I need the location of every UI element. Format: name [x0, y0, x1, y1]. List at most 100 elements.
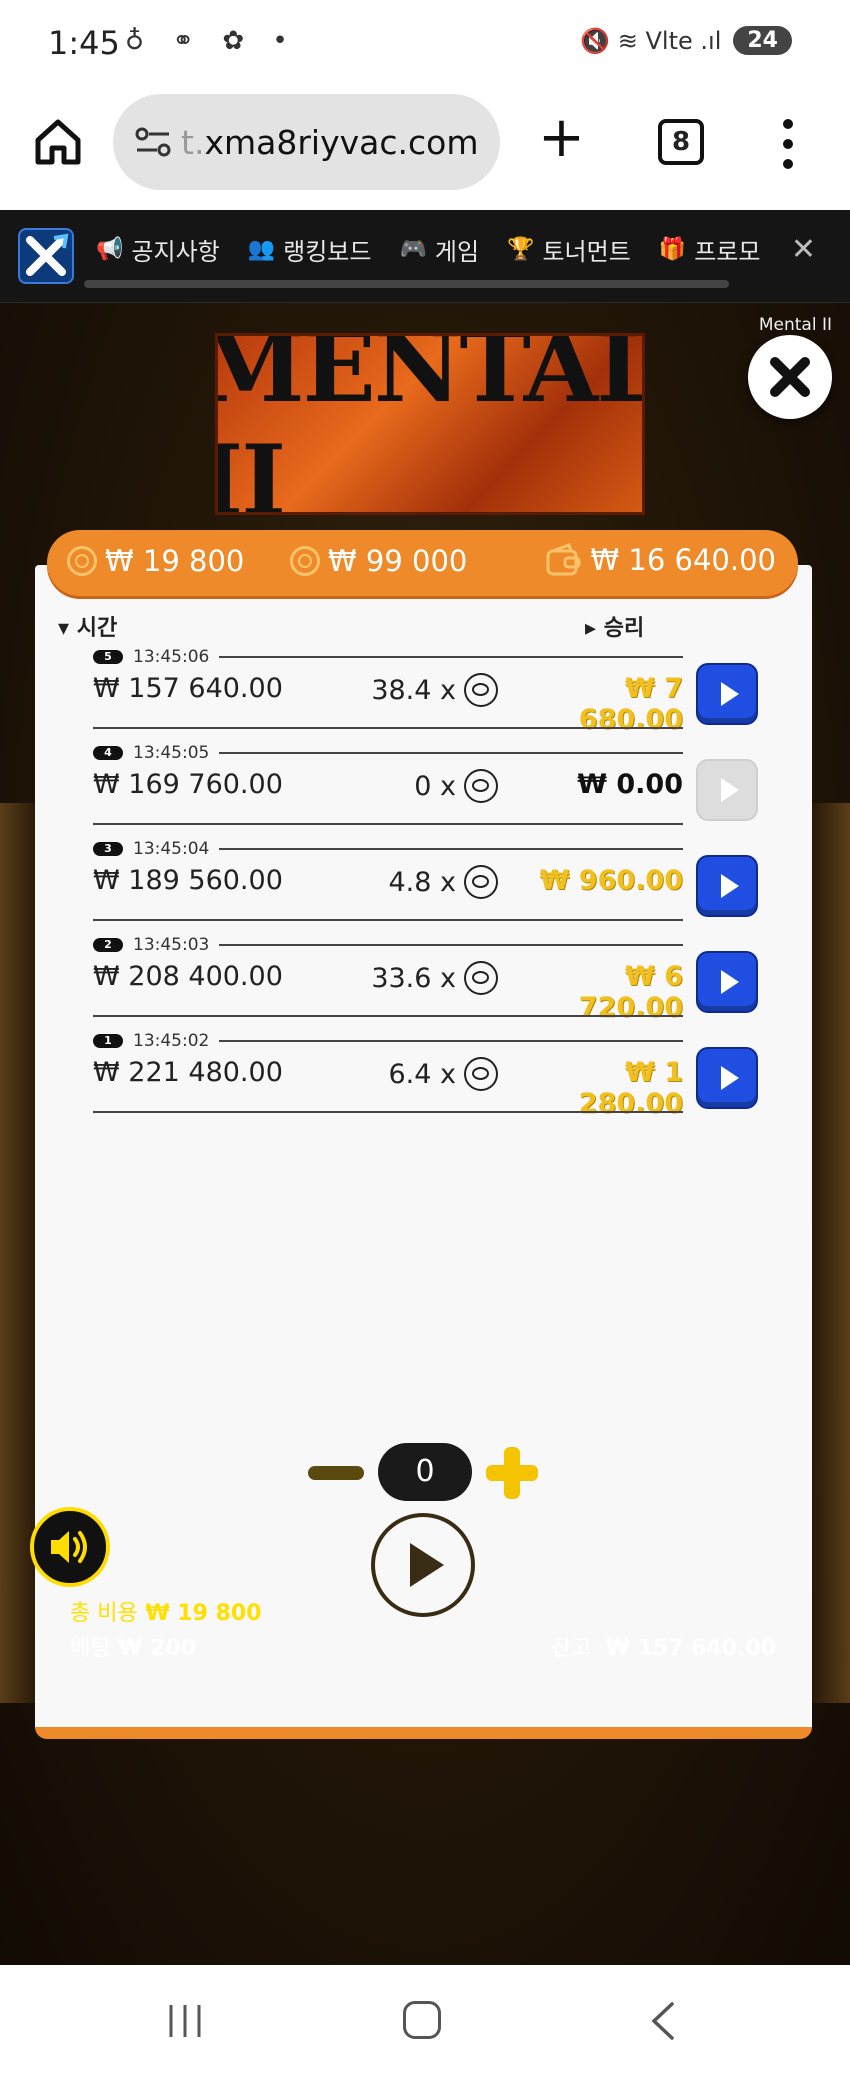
round-multiplier: 0 x: [333, 769, 498, 803]
sort-by-win-header[interactable]: ▸ 승리: [585, 610, 644, 642]
history-row: 5 13:45:06 ₩ 157 640.00 38.4 x ₩ 7 680.0…: [93, 645, 763, 741]
sound-toggle-button[interactable]: [30, 1507, 110, 1587]
history-row: 4 13:45:05 ₩ 169 760.00 0 x ₩ 0.00: [93, 741, 763, 837]
spin-button[interactable]: [371, 1513, 475, 1617]
nav-scrollbar[interactable]: [84, 280, 729, 288]
sort-by-time-header[interactable]: ▾ 시간: [58, 610, 117, 642]
round-badge: 3: [93, 842, 123, 856]
tab-switcher-button[interactable]: 8: [658, 119, 704, 165]
coin-icon: [67, 546, 97, 576]
status-bar: 1:45 ♁ ⚭ ✿ • 🔇 ≋ Vlte .ıl 24: [0, 0, 850, 90]
round-time: 13:45:03: [133, 935, 210, 955]
replay-button[interactable]: [696, 951, 758, 1013]
balance-info: 잔고 ₩ 157 640.00: [551, 1636, 776, 1661]
home-icon[interactable]: [30, 114, 86, 170]
nav-item-notices[interactable]: 📢 공지사항: [96, 232, 220, 267]
site-settings-icon[interactable]: [133, 124, 173, 160]
more-menu-icon[interactable]: [780, 114, 796, 174]
total-win: ₩ 16 640.00: [545, 542, 776, 578]
round-time: 13:45:04: [133, 839, 210, 859]
round-balance: ₩ 157 640.00: [93, 673, 283, 704]
round-multiplier: 6.4 x: [333, 1057, 498, 1091]
round-time: 13:45:06: [133, 647, 210, 667]
replay-button[interactable]: [696, 855, 758, 917]
divider: [93, 823, 683, 825]
divider: [93, 1111, 683, 1113]
x-logo-icon: [26, 233, 69, 276]
coin-icon: [464, 961, 498, 995]
round-win: ₩ 6 720.00: [578, 961, 683, 1023]
round-multiplier: 4.8 x: [333, 865, 498, 899]
new-tab-button[interactable]: +: [538, 110, 585, 166]
nav-item-label: 토너먼트: [542, 238, 631, 266]
replay-button[interactable]: [696, 1047, 758, 1109]
close-icon: [770, 357, 810, 397]
replay-button-disabled: [696, 759, 758, 821]
total-bet: ₩ 99 000: [290, 544, 467, 578]
wallet-icon: [546, 543, 581, 576]
round-win: ₩ 0.00: [577, 769, 683, 800]
nav-item-label: 프로모: [694, 238, 761, 266]
round-win: ₩ 960.00: [539, 865, 683, 896]
site-navigation: 📢 공지사항 👥 랭킹보드 🎮 게임 🏆 토너먼트 🎁 프로모 ✕: [0, 210, 850, 303]
nav-item-label: 랭킹보드: [283, 238, 372, 266]
system-icons: 🔇 ≋ Vlte .ıl 24: [580, 26, 792, 55]
nav-item-label: 공지사항: [131, 238, 220, 266]
home-nav-icon[interactable]: [403, 2001, 441, 2039]
round-balance: ₩ 169 760.00: [93, 769, 283, 800]
game-title-label: Mental II: [758, 315, 832, 335]
game-logo: MENTAL II: [215, 333, 645, 515]
replay-button[interactable]: [696, 663, 758, 725]
nav-item-ranking[interactable]: 👥 랭킹보드: [248, 232, 372, 267]
notification-icons: ♁ ⚭ ✿ •: [125, 26, 298, 56]
wall-decoration-right: [812, 803, 850, 1703]
total-cost-info: 총 비용 ₩ 19 800: [70, 1601, 262, 1626]
divider: [219, 848, 683, 850]
divider: [219, 944, 683, 946]
users-icon: 👥: [247, 237, 276, 262]
play-icon: [410, 1543, 444, 1587]
nav-item-promo[interactable]: 🎁 프로모: [659, 232, 761, 267]
recent-apps-icon[interactable]: [165, 2003, 205, 2039]
bet-level-display: 0: [378, 1443, 472, 1501]
close-history-button[interactable]: [748, 335, 832, 419]
coin-icon: [464, 769, 498, 803]
history-row: 1 13:45:02 ₩ 221 480.00 6.4 x ₩ 1 280.00: [93, 1029, 763, 1125]
browser-toolbar: t.xma8riyvac.com + 8: [0, 90, 850, 210]
round-balance: ₩ 189 560.00: [93, 865, 283, 896]
gift-icon: 🎁: [658, 237, 687, 262]
play-icon: [720, 682, 739, 706]
round-badge: 4: [93, 746, 123, 760]
round-win: ₩ 7 680.00: [578, 673, 683, 735]
history-summary-bar: ₩ 19 800 ₩ 99 000 ₩ 16 640.00: [47, 530, 798, 596]
history-list: 5 13:45:06 ₩ 157 640.00 38.4 x ₩ 7 680.0…: [93, 645, 763, 1125]
site-logo[interactable]: [18, 228, 74, 284]
increase-bet-button[interactable]: [482, 1443, 542, 1503]
divider: [219, 752, 683, 754]
history-row: 2 13:45:03 ₩ 208 400.00 33.6 x ₩ 6 720.0…: [93, 933, 763, 1029]
back-icon[interactable]: [648, 2001, 678, 2041]
megaphone-icon: 📢: [96, 237, 124, 262]
nav-menu: 📢 공지사항 👥 랭킹보드 🎮 게임 🏆 토너먼트 🎁 프로모: [96, 232, 760, 267]
round-badge: 5: [93, 650, 123, 664]
round-badge: 1: [93, 1034, 123, 1048]
speaker-icon: [51, 1531, 87, 1563]
coin-icon: [464, 1057, 498, 1091]
round-time: 13:45:05: [133, 743, 210, 763]
divider: [219, 1040, 683, 1042]
address-bar[interactable]: t.xma8riyvac.com: [113, 94, 500, 190]
nav-item-games[interactable]: 🎮 게임: [399, 232, 479, 267]
play-icon: [720, 1066, 739, 1090]
round-time: 13:45:02: [133, 1031, 210, 1051]
signal-icons: 🔇 ≋ Vlte .ıl: [580, 26, 722, 55]
close-icon[interactable]: ✕: [791, 232, 816, 267]
gamepad-icon: 🎮: [399, 237, 427, 262]
divider: [219, 656, 683, 658]
total-cost: ₩ 19 800: [67, 544, 244, 578]
coin-icon: [464, 865, 498, 899]
decrease-bet-button[interactable]: [308, 1466, 364, 1480]
divider: [93, 1015, 683, 1017]
coin-icon: [290, 546, 320, 576]
nav-item-tournament[interactable]: 🏆 토너먼트: [507, 232, 631, 267]
wall-decoration-left: [0, 803, 38, 1703]
